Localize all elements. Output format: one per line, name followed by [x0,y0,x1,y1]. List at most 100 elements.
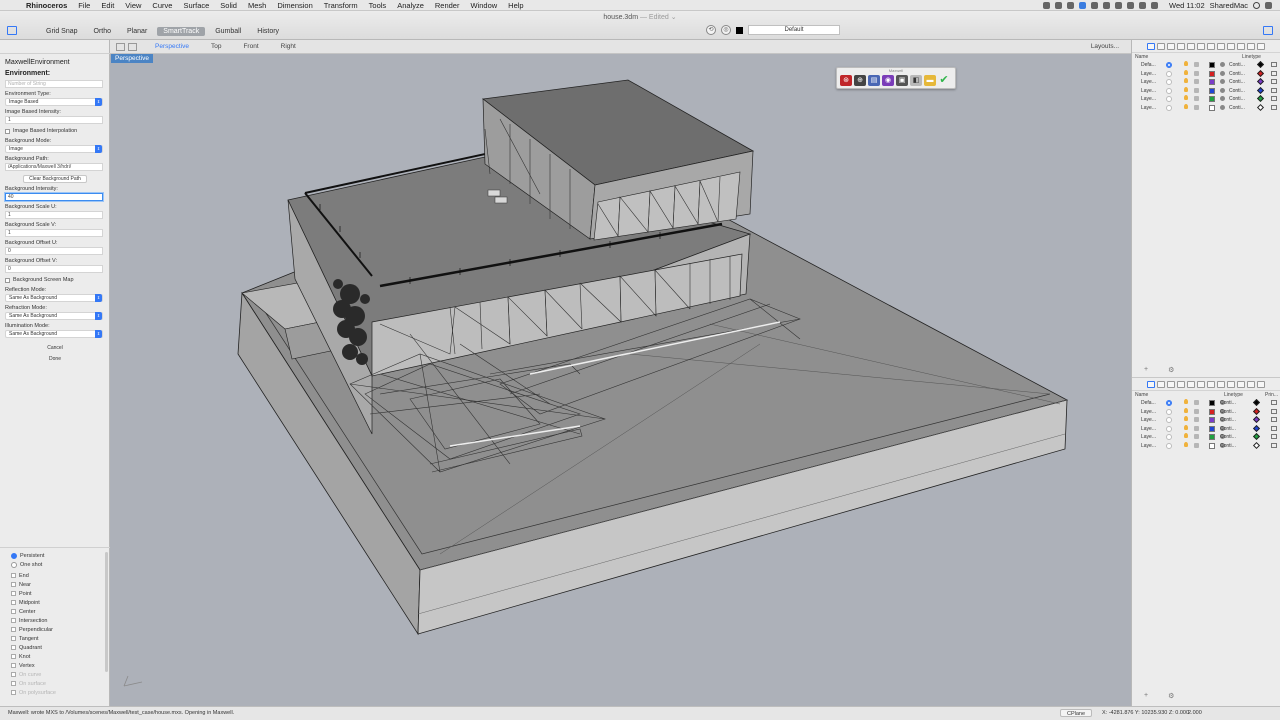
menubar-clock[interactable]: Wed 11:02 [1169,1,1205,10]
menu-curve[interactable]: Curve [152,1,172,10]
smarttrack-button[interactable]: SmartTrack [157,27,206,36]
current-layer-indicator[interactable] [1166,425,1172,432]
properties-tab-icon[interactable] [1147,380,1155,388]
perspective-viewport[interactable]: Perspective Maxwell ⊛ ⊕ ▤ ◉ ▣ ◧ ▬ ✔ [110,54,1131,706]
material-icon[interactable] [1220,96,1225,101]
status-battery-icon[interactable] [1151,2,1159,9]
maxwell-render-icon[interactable]: ⊛ [840,75,852,86]
checkbox-box[interactable] [11,645,16,650]
checkbox-box[interactable] [11,591,16,596]
menu-analyze[interactable]: Analyze [397,1,424,10]
layer-name[interactable]: Laye... [1141,79,1156,85]
menu-render[interactable]: Render [435,1,460,10]
print-color-diamond-icon[interactable] [1256,69,1265,77]
named-views-tab-icon[interactable] [1237,42,1245,50]
layer-name[interactable]: Defa... [1141,400,1156,406]
checkbox-box[interactable] [11,663,16,668]
planar-button[interactable]: Planar [121,27,153,36]
osnap-scrollbar[interactable] [105,552,108,672]
print-color-diamond-icon[interactable] [1256,60,1265,69]
checkbox-box[interactable] [5,277,10,283]
print-color-diamond-icon[interactable] [1256,86,1265,94]
layer-color-swatch[interactable] [1209,442,1215,449]
maxwell-material-icon[interactable]: ◉ [882,75,894,86]
expand-panel-icon[interactable] [1247,42,1255,50]
menu-window[interactable]: Window [470,1,497,10]
checkbox-box[interactable] [11,600,16,605]
cplane-toggle[interactable]: CPlane [1060,709,1093,717]
status-dropbox-icon[interactable] [1067,2,1075,9]
osnap-knot-checkbox[interactable]: Knot [0,652,110,661]
layer-name[interactable]: Laye... [1141,96,1156,102]
lock-icon[interactable] [1194,87,1199,93]
current-layer-field[interactable]: Default [748,25,840,35]
panel-help-icon[interactable] [1257,380,1265,388]
print-width-icon[interactable] [1271,87,1277,93]
notes-tab-icon[interactable] [1227,380,1235,388]
layer-color-swatch[interactable] [1209,417,1215,423]
current-layer-color-swatch[interactable] [736,26,743,34]
layer-color-swatch[interactable] [1209,408,1215,415]
menu-surface[interactable]: Surface [183,1,209,10]
material-icon[interactable] [1220,87,1225,93]
osnap-near-checkbox[interactable]: Near [0,580,110,589]
bg-mode-select[interactable]: Image ⇕ [5,145,103,153]
environment-name-input[interactable]: Number of String [5,80,103,88]
layer-row[interactable]: Laye... Conti... [1132,69,1280,79]
lock-icon[interactable] [1194,96,1199,101]
layer-linetype[interactable]: Conti... [1229,62,1245,68]
layer-linetype[interactable]: Conti... [1229,105,1245,111]
layer-row[interactable]: Laye... Conti... [1132,103,1280,113]
lightbulb-icon[interactable] [1184,78,1188,83]
layer-linetype[interactable]: Conti... [1220,400,1236,406]
document-edited-indicator[interactable]: — Edited ⌄ [640,14,677,21]
ib-interpolation-checkbox[interactable]: Image Based Interpolation [5,127,105,135]
lock-icon[interactable] [1194,417,1199,422]
checkbox-box[interactable] [11,654,16,659]
lightbulb-icon[interactable] [1184,103,1188,109]
column-name[interactable]: Name [1135,54,1148,60]
layer-color-swatch[interactable] [1209,425,1215,432]
layer-row[interactable]: Laye... Conti... [1132,415,1280,425]
cancel-button[interactable]: Cancel [23,345,87,353]
rendering-tab-icon[interactable] [1187,380,1195,388]
status-wifi-icon[interactable] [1127,2,1135,9]
ib-intensity-input[interactable]: 1 [5,116,103,124]
layers-tab-icon[interactable] [1157,380,1165,388]
layer-row[interactable]: Laye... Conti... [1132,407,1280,417]
layer-linetype[interactable]: Conti... [1220,434,1236,440]
lightbulb-icon[interactable] [1184,441,1188,447]
help-tab-icon[interactable] [1217,380,1225,388]
layer-color-swatch[interactable] [1209,434,1215,440]
checkbox-box[interactable] [11,627,16,632]
materials-tab-icon[interactable] [1177,380,1185,388]
column-print[interactable]: Prin... [1265,392,1278,398]
material-icon[interactable] [1220,62,1225,67]
print-color-diamond-icon[interactable] [1252,441,1261,449]
current-layer-indicator[interactable] [1166,400,1172,406]
lock-icon[interactable] [1194,104,1199,110]
checkbox-box[interactable] [5,128,10,134]
layer-row[interactable]: Defa... Conti... [1132,60,1280,70]
layer-row[interactable]: Laye... Conti... [1132,86,1280,96]
print-width-icon[interactable] [1271,104,1277,110]
status-cloud-icon[interactable] [1091,2,1099,9]
layer-row[interactable]: Laye... Conti... [1132,441,1280,451]
print-width-icon[interactable] [1271,96,1277,101]
bg-offset-v-input[interactable]: 0 [5,265,103,273]
osnap-tangent-checkbox[interactable]: Tangent [0,634,110,643]
current-layer-indicator[interactable] [1166,96,1172,102]
current-layer-indicator[interactable] [1166,442,1172,449]
display-tab-icon[interactable] [1167,380,1175,388]
layer-name[interactable]: Laye... [1141,409,1156,415]
layer-color-swatch[interactable] [1209,104,1215,111]
current-layer-indicator[interactable] [1166,87,1172,94]
current-layer-indicator[interactable] [1166,434,1172,440]
menu-solid[interactable]: Solid [220,1,237,10]
layer-linetype[interactable]: Conti... [1220,417,1236,423]
radio-dot[interactable] [11,561,17,568]
lock-icon[interactable] [1194,400,1199,405]
notes-tab-icon[interactable] [1227,42,1235,50]
reflection-mode-select[interactable]: Same As Background ⇕ [5,294,103,302]
tab-top[interactable]: Top [207,43,225,50]
